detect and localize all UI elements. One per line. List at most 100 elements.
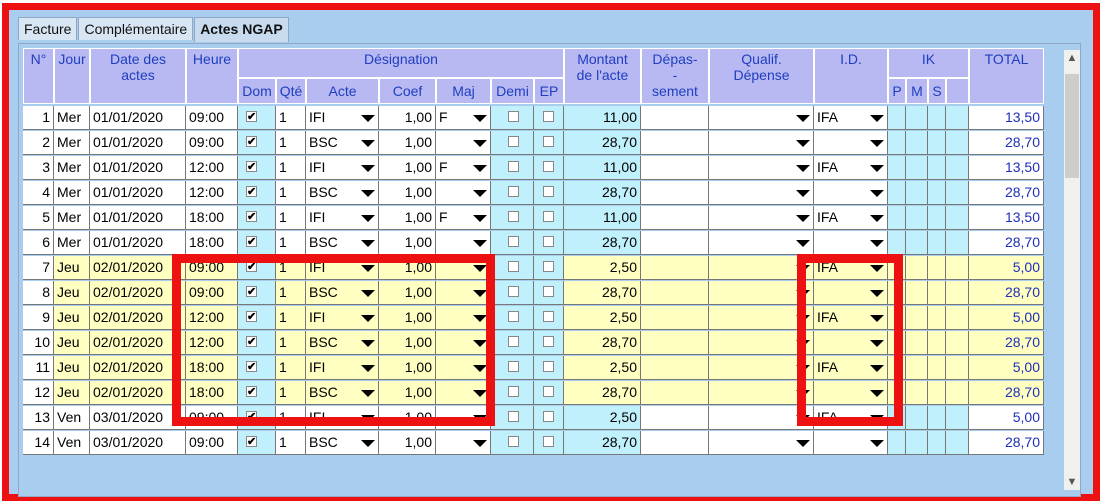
dom-checkbox[interactable]: ✔ <box>246 436 257 448</box>
qty-cell[interactable]: 1 <box>276 131 306 155</box>
demi-checkbox[interactable] <box>508 261 519 272</box>
ik-s-cell[interactable] <box>928 306 946 330</box>
ik-s-cell[interactable] <box>928 431 946 455</box>
ik-m-cell[interactable] <box>906 206 928 230</box>
montant-cell[interactable]: 2,50 <box>564 256 641 280</box>
depassement-cell[interactable] <box>641 181 709 205</box>
chevron-down-icon[interactable] <box>870 215 884 222</box>
chevron-down-icon[interactable] <box>870 240 884 247</box>
ik-s-cell[interactable] <box>928 181 946 205</box>
maj-select[interactable] <box>436 131 491 155</box>
maj-select[interactable] <box>436 231 491 255</box>
demi-checkbox[interactable] <box>508 336 519 347</box>
demi-checkbox[interactable] <box>508 136 519 147</box>
acte-select[interactable]: IFI <box>306 156 379 180</box>
ep-checkbox[interactable] <box>543 111 554 122</box>
dom-checkbox[interactable]: ✔ <box>246 136 257 148</box>
ep-checkbox[interactable] <box>543 386 554 397</box>
qualif-select[interactable] <box>709 131 814 155</box>
demi-checkbox[interactable] <box>508 211 519 222</box>
date-cell[interactable]: 01/01/2020 <box>90 106 186 130</box>
ep-checkbox[interactable] <box>543 411 554 422</box>
ep-checkbox[interactable] <box>543 211 554 222</box>
ik-m-cell[interactable] <box>906 431 928 455</box>
ep-checkbox[interactable] <box>543 186 554 197</box>
chevron-down-icon[interactable] <box>361 115 375 122</box>
ik-p-cell[interactable] <box>888 231 906 255</box>
chevron-down-icon[interactable] <box>473 215 487 222</box>
time-cell[interactable]: 12:00 <box>186 181 238 205</box>
maj-select[interactable] <box>436 181 491 205</box>
ik-p-cell[interactable] <box>888 131 906 155</box>
depassement-cell[interactable] <box>641 106 709 130</box>
ik-m-cell[interactable] <box>906 356 928 380</box>
chevron-down-icon[interactable] <box>870 115 884 122</box>
chevron-down-icon[interactable] <box>796 440 810 447</box>
qualif-select[interactable] <box>709 156 814 180</box>
ik-p-cell[interactable] <box>888 181 906 205</box>
tab-actes-ngap[interactable]: Actes NGAP <box>194 17 289 42</box>
chevron-down-icon[interactable] <box>361 190 375 197</box>
tab-facture[interactable]: Facture <box>18 17 78 40</box>
chevron-down-icon[interactable] <box>361 240 375 247</box>
id-select[interactable]: IFA <box>814 206 888 230</box>
qty-cell[interactable]: 1 <box>276 181 306 205</box>
scroll-up-icon[interactable]: ▲ <box>1064 50 1080 66</box>
chevron-down-icon[interactable] <box>796 140 810 147</box>
id-select[interactable] <box>814 181 888 205</box>
scroll-down-icon[interactable]: ▼ <box>1064 474 1080 490</box>
dom-checkbox[interactable]: ✔ <box>246 186 257 198</box>
montant-cell[interactable]: 28,70 <box>564 131 641 155</box>
acte-select[interactable]: BSC <box>306 431 379 455</box>
tab-compl-mentaire[interactable]: Complémentaire <box>78 17 194 40</box>
qualif-select[interactable] <box>709 181 814 205</box>
dom-checkbox[interactable]: ✔ <box>246 211 257 223</box>
chevron-down-icon[interactable] <box>361 440 375 447</box>
time-cell[interactable]: 12:00 <box>186 156 238 180</box>
ep-checkbox[interactable] <box>543 236 554 247</box>
ik-p-cell[interactable] <box>888 206 906 230</box>
demi-checkbox[interactable] <box>508 361 519 372</box>
dom-checkbox[interactable]: ✔ <box>246 111 257 123</box>
ik-s-cell[interactable] <box>928 206 946 230</box>
ik-m-cell[interactable] <box>906 281 928 305</box>
ep-checkbox[interactable] <box>543 161 554 172</box>
acte-select[interactable]: BSC <box>306 231 379 255</box>
montant-cell[interactable]: 28,70 <box>564 381 641 405</box>
maj-select[interactable]: F <box>436 206 491 230</box>
montant-cell[interactable]: 28,70 <box>564 331 641 355</box>
qty-cell[interactable]: 1 <box>276 206 306 230</box>
chevron-down-icon[interactable] <box>870 440 884 447</box>
ep-checkbox[interactable] <box>543 336 554 347</box>
maj-select[interactable] <box>436 431 491 455</box>
coef-cell[interactable]: 1,00 <box>379 231 436 255</box>
chevron-down-icon[interactable] <box>870 165 884 172</box>
ik-s-cell[interactable] <box>928 356 946 380</box>
qty-cell[interactable]: 1 <box>276 106 306 130</box>
ik-p-cell[interactable] <box>888 156 906 180</box>
id-select[interactable] <box>814 131 888 155</box>
ik-m-cell[interactable] <box>906 181 928 205</box>
demi-checkbox[interactable] <box>508 186 519 197</box>
chevron-down-icon[interactable] <box>473 440 487 447</box>
chevron-down-icon[interactable] <box>473 140 487 147</box>
date-cell[interactable]: 01/01/2020 <box>90 231 186 255</box>
montant-cell[interactable]: 28,70 <box>564 231 641 255</box>
chevron-down-icon[interactable] <box>870 140 884 147</box>
acte-select[interactable]: BSC <box>306 131 379 155</box>
qty-cell[interactable]: 1 <box>276 156 306 180</box>
depassement-cell[interactable] <box>641 381 709 405</box>
depassement-cell[interactable] <box>641 356 709 380</box>
demi-checkbox[interactable] <box>508 411 519 422</box>
ep-checkbox[interactable] <box>543 361 554 372</box>
depassement-cell[interactable] <box>641 281 709 305</box>
ik-m-cell[interactable] <box>906 231 928 255</box>
depassement-cell[interactable] <box>641 431 709 455</box>
chevron-down-icon[interactable] <box>796 190 810 197</box>
montant-cell[interactable]: 11,00 <box>564 206 641 230</box>
depassement-cell[interactable] <box>641 306 709 330</box>
depassement-cell[interactable] <box>641 231 709 255</box>
ik-s-cell[interactable] <box>928 281 946 305</box>
montant-cell[interactable]: 2,50 <box>564 306 641 330</box>
maj-select[interactable]: F <box>436 106 491 130</box>
